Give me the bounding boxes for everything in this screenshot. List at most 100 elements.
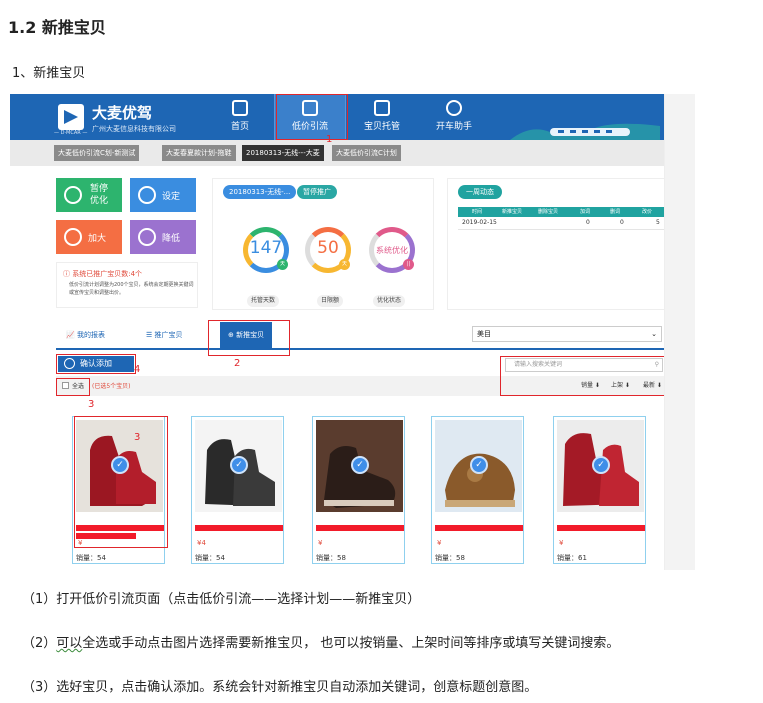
- redacted-title: [195, 525, 283, 531]
- settings-button[interactable]: 设定: [130, 178, 196, 212]
- pause-icon: [64, 186, 82, 204]
- gauge-label: 托管天数: [247, 295, 280, 307]
- gauge-label: 日限额: [317, 295, 344, 307]
- gauge-days-value: 147: [249, 238, 283, 258]
- gauge-status-value: 系统优化: [376, 246, 408, 255]
- home-icon: [232, 100, 248, 116]
- nav-home[interactable]: 首页: [204, 94, 276, 140]
- week-panel: 一周动态 时间 新推宝贝 删除宝贝 加词 删词 改价 2019-02-15 0 …: [447, 178, 664, 310]
- gauge-limit-value: 50: [317, 238, 339, 258]
- product-image[interactable]: ✓: [557, 420, 644, 512]
- annotation-box: [500, 356, 664, 396]
- product-card[interactable]: ✓ ¥ 销量：58: [431, 416, 524, 564]
- product-sales: 销量：54: [195, 554, 225, 562]
- annotation-box: [74, 416, 168, 548]
- week-col: 时间: [472, 209, 483, 215]
- annotation-box: [208, 320, 290, 356]
- week-row-divider: [458, 229, 664, 230]
- redacted-title: [435, 525, 523, 531]
- alert-box: ⓘ 系统已推广宝贝数:4个 低价引流计划调整为200个宝贝，系统会定期更换关键词…: [56, 262, 198, 308]
- brand-tag: — D·MCAR —: [54, 130, 88, 136]
- nav-hosting-label: 宝贝托管: [363, 122, 400, 132]
- week-col: 加词: [580, 209, 591, 215]
- selected-check-icon: ✓: [470, 456, 488, 474]
- decrease-label: 降低: [162, 234, 181, 244]
- product-price: ¥: [559, 539, 564, 547]
- product-image[interactable]: ✓: [195, 420, 282, 512]
- week-cell: 0: [586, 219, 590, 226]
- selected-check-icon: ✓: [351, 456, 369, 474]
- brand-name: 大麦优驾: [92, 104, 153, 122]
- product-sales: 销量：58: [316, 554, 346, 562]
- steering-wheel-icon: [446, 100, 462, 116]
- tab-promoted[interactable]: ☰ 推广宝贝: [146, 322, 183, 348]
- briefcase-icon: [374, 100, 390, 116]
- plan-tab[interactable]: 大麦春夏款计划-拖鞋: [162, 145, 236, 161]
- annotation-number: 3: [88, 399, 95, 410]
- step-2: （2）可以全选或手动点击图片选择需要新推宝贝， 也可以按销量、上架时间等排序或填…: [22, 636, 620, 651]
- step-3: （3）选好宝贝，点击确认添加。系统会针对新推宝贝自动添加关键词，创意标题创意图。: [22, 680, 538, 695]
- week-col: 新推宝贝: [502, 209, 523, 215]
- week-cell: 5: [656, 219, 660, 226]
- week-col: 改价: [642, 209, 653, 215]
- product-sales: 销量：61: [557, 554, 587, 562]
- nav-hosting[interactable]: 宝贝托管: [346, 94, 418, 140]
- product-card[interactable]: ✓ ¥ 销量：58: [312, 416, 405, 564]
- product-card[interactable]: ✓ ¥ 销量：61: [553, 416, 646, 564]
- plus-icon: [64, 228, 82, 246]
- annotation-box: [56, 378, 90, 396]
- pause-optimize-button[interactable]: 暂停 优化: [56, 178, 122, 212]
- logo-icon: [58, 104, 84, 130]
- step-1: （1）打开低价引流页面（点击低价引流——选择计划——新推宝贝）: [22, 592, 421, 607]
- increase-label: 加大: [88, 234, 107, 244]
- plan-pill: 20180313-无线-...: [223, 185, 297, 199]
- product-image[interactable]: ✓: [316, 420, 403, 512]
- brand-company: 广州大麦信息科技有限公司: [92, 125, 176, 133]
- annotation-box: [56, 354, 136, 374]
- decrease-button[interactable]: 降低: [130, 220, 196, 254]
- stats-panel: 20180313-无线-... 暂停推广 147 天 50 天 系统优化 || …: [212, 178, 434, 310]
- week-col: 删除宝贝: [538, 209, 559, 215]
- gauge-days-badge: 天: [277, 259, 288, 270]
- screenshot-edge: [665, 94, 695, 570]
- annotation-number: 2: [234, 358, 241, 369]
- redacted-title: [557, 525, 645, 531]
- plan-tab-active[interactable]: 20180313-无线---大麦: [242, 145, 324, 161]
- increase-button[interactable]: 加大: [56, 220, 122, 254]
- week-col: 删词: [610, 209, 621, 215]
- product-price: ¥: [437, 539, 442, 547]
- annotation-number: 4: [134, 364, 141, 375]
- status-pill: 暂停推广: [297, 185, 337, 199]
- plan-tab[interactable]: 大麦低价引流C计划: [332, 145, 401, 161]
- plan-bar: 大麦低价引流C划-新测试 大麦春夏款计划-拖鞋 20180313-无线---大麦…: [10, 140, 664, 166]
- chevron-down-icon: ⌄: [651, 330, 657, 338]
- nav-home-label: 首页: [230, 122, 249, 132]
- settings-label: 设定: [162, 192, 181, 202]
- week-cell: 0: [620, 219, 624, 226]
- product-image[interactable]: ✓: [435, 420, 522, 512]
- minus-icon: [138, 228, 156, 246]
- app-screenshot: — D·MCAR — 大麦优驾 广州大麦信息科技有限公司 首页 低价引流 宝贝托…: [10, 94, 665, 570]
- product-sales: 销量：58: [435, 554, 465, 562]
- alert-title: ⓘ 系统已推广宝贝数:4个: [63, 270, 143, 278]
- pause-label: 暂停 优化: [90, 184, 109, 206]
- train-illustration: [510, 123, 660, 140]
- annotation-box: [276, 94, 348, 140]
- selected-check-icon: ✓: [230, 456, 248, 474]
- nav-assistant[interactable]: 开车助手: [418, 94, 490, 140]
- tab-reports[interactable]: 📈 我的报表: [66, 322, 105, 348]
- product-card[interactable]: ✓ ¥4 销量：54: [191, 416, 284, 564]
- product-price: ¥4: [197, 539, 206, 547]
- selected-check-icon: ✓: [592, 456, 610, 474]
- doc-heading: 1.2 新推宝贝: [8, 18, 106, 37]
- annotation-number: 3: [134, 432, 141, 443]
- product-price: ¥: [318, 539, 323, 547]
- gauge-days: 147 天: [243, 227, 289, 273]
- plan-tab[interactable]: 大麦低价引流C划-新测试: [54, 145, 140, 161]
- gear-icon: [138, 186, 156, 204]
- category-select[interactable]: 美目 ⌄: [472, 326, 662, 342]
- gauge-limit-badge: 天: [339, 259, 350, 270]
- nav-assistant-label: 开车助手: [435, 122, 472, 132]
- gauge-status-badge: ||: [403, 259, 414, 270]
- selected-count: (已选5个宝贝): [92, 383, 131, 390]
